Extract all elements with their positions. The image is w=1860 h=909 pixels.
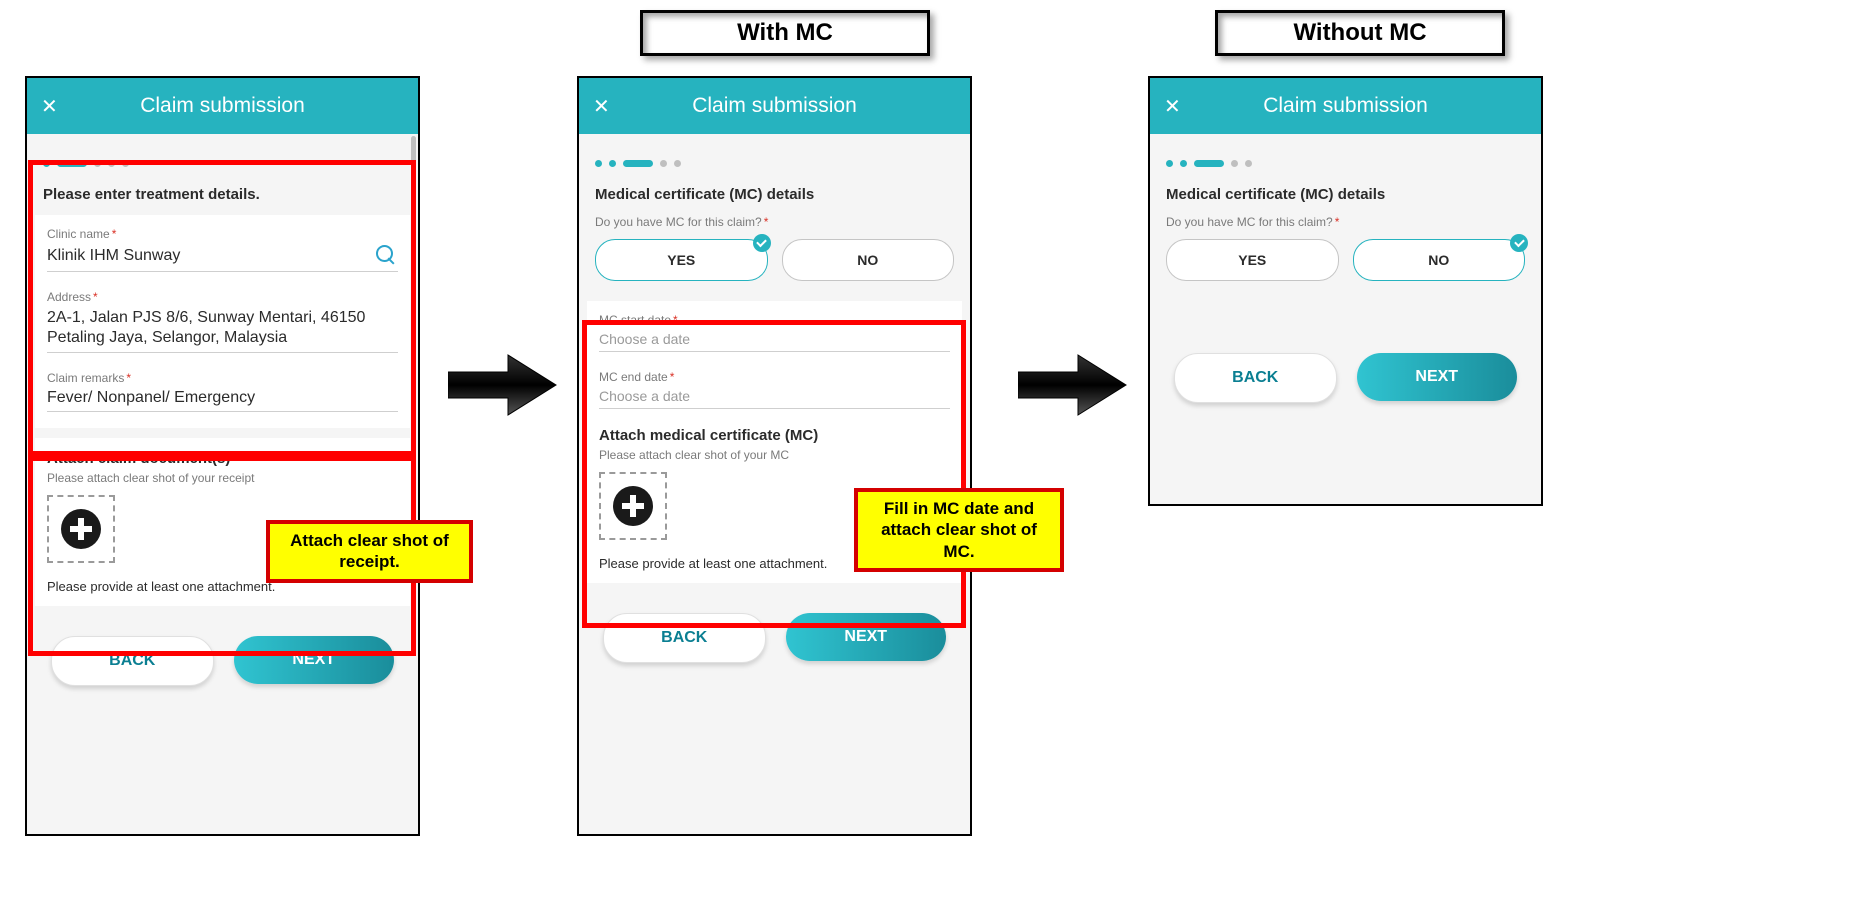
check-icon [1510, 234, 1528, 252]
mc-yes-button[interactable]: YES [1166, 239, 1339, 281]
section-heading: Medical certificate (MC) details [579, 178, 970, 215]
attach-mc-sub: Please attach clear shot of your MC [599, 448, 950, 462]
progress-indicator [579, 134, 970, 178]
required-star: * [112, 227, 117, 241]
close-icon[interactable]: ✕ [593, 94, 627, 119]
back-button[interactable]: BACK [51, 636, 214, 686]
app-bar: ✕ Claim submission [27, 78, 418, 134]
callout-mc: Fill in MC date and attach clear shot of… [854, 488, 1064, 572]
clinic-name-input[interactable]: Klinik IHM Sunway [47, 241, 398, 272]
mc-question: Do you have MC for this claim?* [1150, 215, 1541, 239]
mc-no-button[interactable]: NO [1353, 239, 1526, 281]
address-input[interactable]: 2A-1, Jalan PJS 8/6, Sunway Mentari, 461… [47, 304, 398, 353]
mc-yesno-row: YES NO [1150, 239, 1541, 301]
label-with-mc: With MC [640, 10, 930, 56]
phone-screen-mc-no: ✕ Claim submission Medical certificate (… [1148, 76, 1543, 506]
app-bar: ✕ Claim submission [1150, 78, 1541, 134]
mc-start-label: MC start date* [599, 313, 950, 327]
mc-yesno-row: YES NO [579, 239, 970, 301]
mc-start-input[interactable]: Choose a date [599, 327, 950, 352]
mc-end-input[interactable]: Choose a date [599, 384, 950, 409]
phone-screen-treatment: ✕ Claim submission Please enter treatmen… [25, 76, 420, 836]
progress-indicator [1150, 134, 1541, 178]
check-icon [753, 234, 771, 252]
mc-no-button[interactable]: NO [782, 239, 955, 281]
plus-icon [61, 509, 101, 549]
attach-mc-heading: Attach medical certificate (MC) [599, 427, 950, 444]
attach-subtext: Please attach clear shot of your receipt [47, 471, 398, 485]
back-button[interactable]: BACK [1174, 353, 1337, 403]
phone-screen-mc-yes: ✕ Claim submission Medical certificate (… [577, 76, 972, 836]
plus-icon [613, 486, 653, 526]
button-row: BACK NEXT [579, 593, 970, 683]
app-bar-title: Claim submission [1198, 94, 1527, 118]
progress-indicator [27, 134, 418, 178]
attach-heading: Attach claim document(s) [47, 450, 398, 467]
app-bar-title: Claim submission [75, 94, 404, 118]
treatment-details-card: Clinic name* Klinik IHM Sunway Address* … [35, 215, 410, 428]
scrollbar[interactable] [411, 136, 416, 194]
close-icon[interactable]: ✕ [1164, 94, 1198, 119]
close-icon[interactable]: ✕ [41, 94, 75, 119]
arrow-icon [448, 350, 558, 420]
button-row: BACK NEXT [27, 616, 418, 706]
section-heading: Medical certificate (MC) details [1150, 178, 1541, 215]
button-row: BACK NEXT [1150, 333, 1541, 423]
mc-question: Do you have MC for this claim?* [579, 215, 970, 239]
next-button[interactable]: NEXT [1357, 353, 1518, 401]
app-bar: ✕ Claim submission [579, 78, 970, 134]
arrow-icon [1018, 350, 1128, 420]
address-label: Address* [47, 290, 398, 304]
back-button[interactable]: BACK [603, 613, 766, 663]
add-attachment-button[interactable] [47, 495, 115, 563]
remarks-label: Claim remarks* [47, 371, 398, 385]
mc-yes-button[interactable]: YES [595, 239, 768, 281]
search-icon[interactable] [376, 245, 398, 267]
callout-receipt: Attach clear shot of receipt. [266, 520, 473, 583]
next-button[interactable]: NEXT [786, 613, 947, 661]
section-heading: Please enter treatment details. [27, 178, 418, 215]
remarks-input[interactable]: Fever/ Nonpanel/ Emergency [47, 385, 398, 412]
mc-end-label: MC end date* [599, 370, 950, 384]
app-bar-title: Claim submission [627, 94, 956, 118]
clinic-name-label: Clinic name* [47, 227, 398, 241]
add-attachment-button[interactable] [599, 472, 667, 540]
next-button[interactable]: NEXT [234, 636, 395, 684]
label-without-mc: Without MC [1215, 10, 1505, 56]
